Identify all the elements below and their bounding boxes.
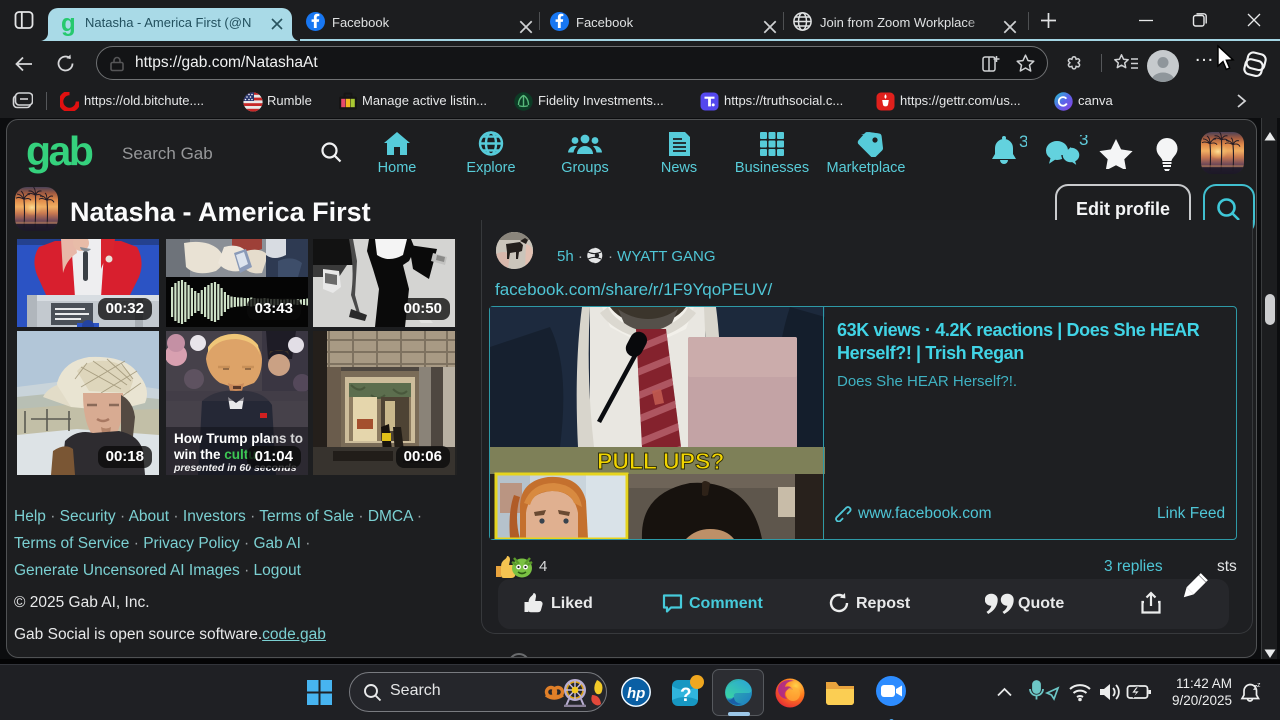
svg-text:?: ? [680,685,692,706]
svg-text:z: z [1257,682,1261,689]
svg-text:hp: hp [627,685,645,702]
svg-text:PULL UPS?: PULL UPS? [597,448,724,474]
svg-text:3: 3 [1019,135,1027,151]
svg-text:3: 3 [1079,135,1088,149]
